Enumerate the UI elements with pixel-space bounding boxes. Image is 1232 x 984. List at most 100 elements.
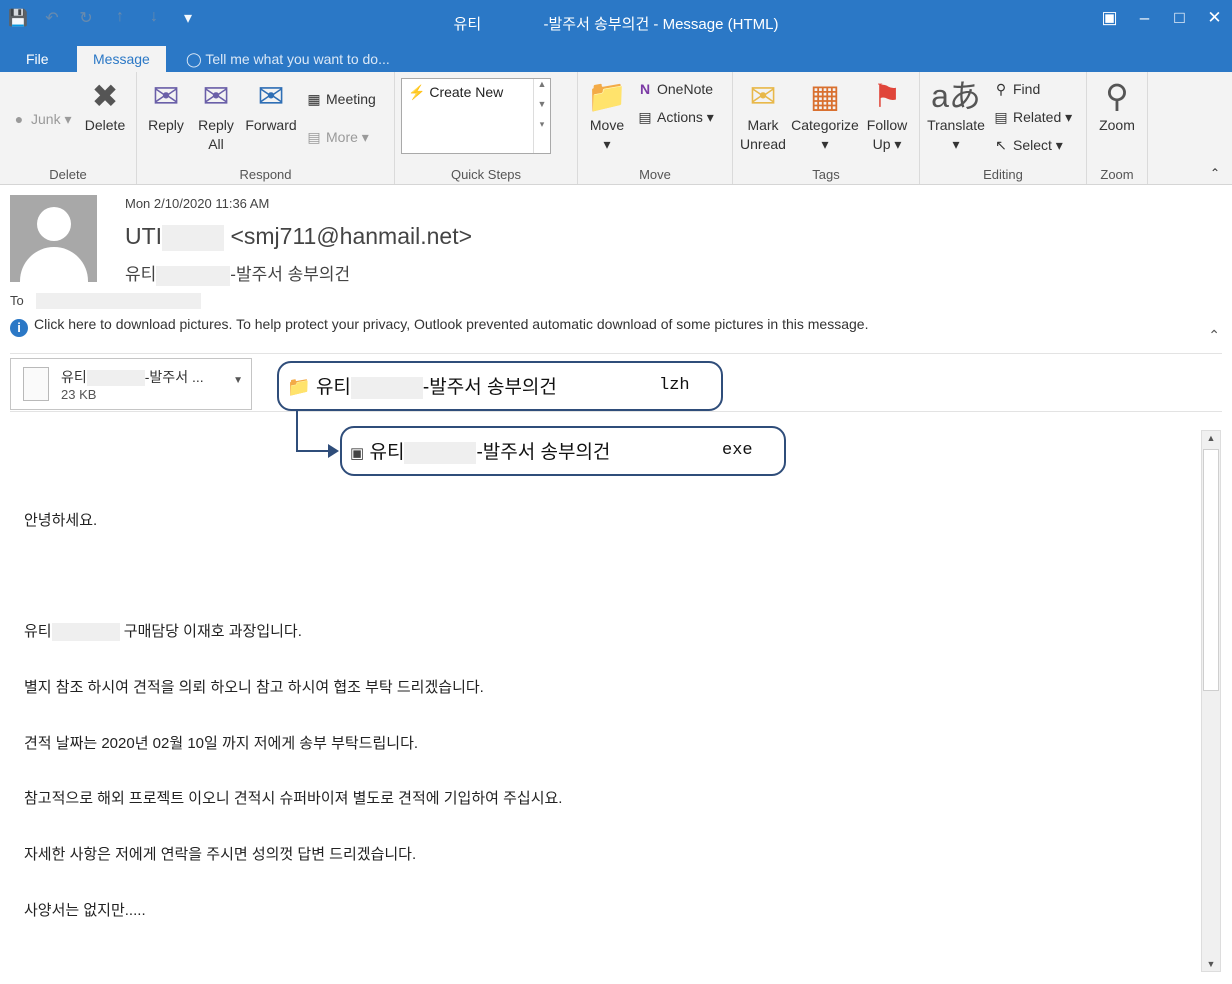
redacted-block (86, 370, 145, 387)
divider (10, 411, 1222, 412)
quick-steps-gallery[interactable]: ⚡ Create New ▲ ▼ ▾ (401, 78, 551, 154)
find-button[interactable]: ⚲ Find (992, 78, 1040, 100)
related-icon: ▤ (994, 109, 1008, 125)
ribbon-display-options-icon[interactable]: ▣ (1092, 0, 1127, 36)
collapse-ribbon-icon[interactable]: ⌃ (1210, 162, 1220, 184)
group-label: Zoom (1100, 167, 1134, 182)
body-line: 참고적으로 해외 프로젝트 이오니 견적시 슈퍼바이져 별도로 견적에 기입하여… (24, 790, 563, 807)
translate-button[interactable]: aあ Translate ▾ (924, 78, 988, 154)
junk-icon: ● (14, 111, 24, 127)
lightbulb-icon: ◯ (186, 51, 202, 67)
group-label: Tags (812, 167, 840, 182)
ribbon: ● Junk ▾ ✖ Delete Delete ✉ Reply ✉ Reply … (0, 72, 1232, 185)
body-line: 사양서는 없지만..... (24, 902, 146, 919)
minimize-icon[interactable]: – (1127, 0, 1162, 36)
group-editing: aあ Translate ▾ ⚲ Find ▤ Related ▾ ↖ Select ▾… (920, 72, 1087, 184)
download-pictures-infobar[interactable]: i Click here to download pictures. To hel… (10, 316, 868, 337)
envelope-icon: ✉ (749, 78, 777, 114)
info-icon: i (10, 319, 28, 337)
redacted-block (162, 224, 225, 251)
mark-unread-button[interactable]: ✉ Mark Unread (737, 78, 789, 154)
redacted-block (350, 376, 423, 399)
redacted-block (404, 441, 477, 464)
reply-all-button[interactable]: ✉ Reply All (193, 78, 239, 154)
flag-icon: ⚑ (872, 78, 902, 114)
arrow-line (296, 450, 332, 452)
magnifier-icon: ⚲ (1105, 78, 1129, 114)
vertical-scrollbar[interactable]: ▲ ▼ (1201, 430, 1221, 972)
group-label: Move (639, 167, 671, 182)
to-label: To (10, 293, 24, 308)
meeting-icon: ▦ (307, 91, 321, 107)
redacted-block (485, 18, 540, 33)
onenote-button[interactable]: N OneNote (636, 78, 713, 100)
close-icon[interactable]: ✕ (1197, 0, 1232, 36)
executable-icon: ▣ (350, 445, 365, 462)
group-label: Respond (239, 167, 292, 182)
gallery-scroll[interactable]: ▲ ▼ ▾ (533, 79, 550, 153)
arrow-line (296, 409, 298, 451)
window-controls: ▣ – □ ✕ (1092, 0, 1232, 36)
create-new-quick-step[interactable]: ⚡ Create New (402, 79, 550, 106)
body-line: 자세한 사항은 저에게 연락을 주시면 성의껏 답변 드리겠습니다. (24, 846, 417, 863)
forward-icon: ✉ (257, 78, 285, 114)
body-greeting: 안녕하세요. (24, 512, 98, 529)
related-button[interactable]: ▤ Related ▾ (992, 106, 1072, 128)
arrow-head (328, 444, 339, 458)
group-label: Delete (49, 167, 87, 182)
group-quick-steps: ⚡ Create New ▲ ▼ ▾ Quick Steps (395, 72, 578, 184)
group-delete: ● Junk ▾ ✖ Delete Delete (0, 72, 137, 184)
move-button[interactable]: 📁 Move ▾ (584, 78, 630, 154)
delete-button[interactable]: ✖ Delete (80, 78, 130, 135)
group-respond: ✉ Reply ✉ Reply All ✉ Forward ▦ Meeting ▤… (137, 72, 395, 184)
attachment-dropdown-icon[interactable]: ▼ (233, 375, 243, 386)
junk-button[interactable]: ● Junk ▾ (10, 108, 72, 130)
extension-label: lzh (659, 376, 690, 395)
zoom-button[interactable]: ⚲ Zoom (1091, 78, 1143, 135)
divider (10, 353, 1222, 354)
extension-label: exe (722, 441, 753, 460)
reply-icon: ✉ (152, 78, 180, 114)
body-line: 별지 참조 하시여 견적을 의뢰 하오니 참고 하시여 협조 부탁 드리겠습니다… (24, 679, 484, 696)
zip-folder-icon: 📁 (287, 377, 311, 398)
find-icon: ⚲ (995, 81, 1007, 97)
message-subject: 유티 -발주서 송부의건 (125, 265, 351, 286)
attachment-name: 유티 -발주서 ... (61, 369, 204, 387)
collapse-header-icon[interactable]: ⌃ (1208, 327, 1220, 344)
scroll-down-icon[interactable]: ▼ (1202, 959, 1220, 969)
translate-icon: aあ (931, 78, 981, 114)
attachment[interactable]: 유티 -발주서 ... 23 KB ▼ (10, 358, 252, 410)
callout-exe: ▣ 유티 -발주서 송부의건 exe (340, 426, 786, 476)
follow-up-button[interactable]: ⚑ Follow Up ▾ (861, 78, 913, 154)
categorize-button[interactable]: ▦ Categorize ▾ (791, 78, 859, 154)
message-date: Mon 2/10/2020 11:36 AM (125, 196, 270, 211)
tab-message[interactable]: Message (77, 46, 166, 72)
to-recipient-redacted[interactable] (36, 293, 201, 309)
redacted-block (51, 623, 120, 642)
file-icon (23, 367, 49, 401)
more-button[interactable]: ▤ More ▾ (305, 126, 368, 148)
cursor-icon: ↖ (995, 137, 1007, 153)
tab-file[interactable]: File (10, 46, 65, 72)
window-title: 유티 -발주서 송부의건 - Message (HTML) (453, 16, 779, 33)
forward-button[interactable]: ✉ Forward (243, 78, 299, 135)
group-label: Quick Steps (450, 167, 522, 182)
group-move: 📁 Move ▾ N OneNote ▤ Actions ▾ Move (578, 72, 733, 184)
body-line: 유티 구매담당 이재호 과장입니다. (24, 623, 302, 642)
sender[interactable]: UTI <smj711@hanmail.net> (125, 223, 472, 251)
tell-me-search[interactable]: ◯ Tell me what you want to do... (170, 46, 406, 72)
maximize-icon[interactable]: □ (1162, 0, 1197, 36)
reply-button[interactable]: ✉ Reply (143, 78, 189, 135)
scroll-up-icon[interactable]: ▲ (1202, 433, 1220, 443)
actions-button[interactable]: ▤ Actions ▾ (636, 106, 713, 128)
group-tags: ✉ Mark Unread ▦ Categorize ▾ ⚑ Follow Up … (733, 72, 920, 184)
scroll-thumb[interactable] (1203, 449, 1219, 691)
callout-lzh: 📁 유티 -발주서 송부의건 lzh (277, 361, 723, 411)
reply-all-icon: ✉ (202, 78, 230, 114)
avatar (10, 195, 97, 282)
title-bar: 💾 ↶ ↻ ↑ ↓ ▾ 유티 -발주서 송부의건 - Message (HTML… (0, 0, 1232, 42)
select-button[interactable]: ↖ Select ▾ (992, 134, 1063, 156)
meeting-button[interactable]: ▦ Meeting (305, 88, 375, 110)
body-line: 견적 날짜는 2020년 02월 10일 까지 저에게 송부 부탁드립니다. (24, 735, 419, 752)
redacted-block (156, 265, 231, 286)
